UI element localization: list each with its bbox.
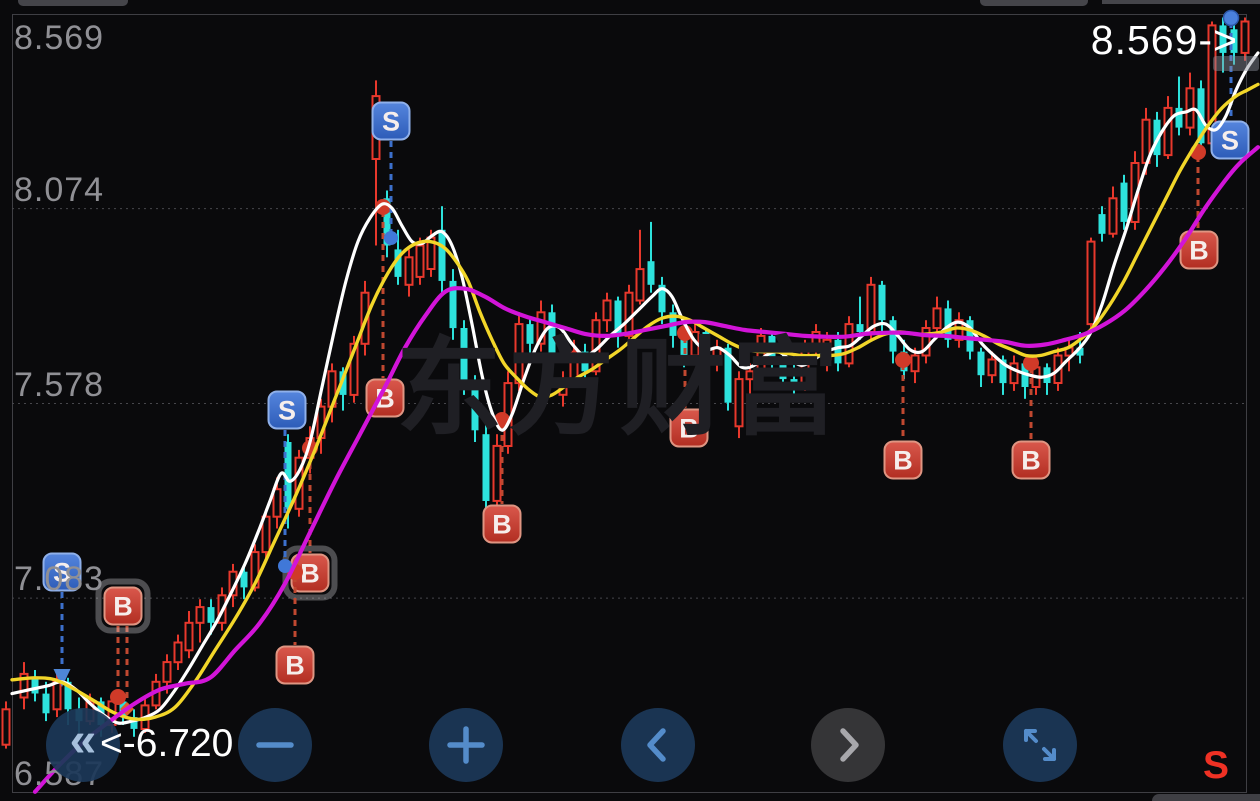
sell-badge-label: S — [382, 107, 400, 137]
buy-dot — [110, 689, 126, 705]
candle-body-down — [1219, 25, 1227, 53]
MA-slow-magenta — [32, 145, 1260, 794]
candle-body-up — [184, 621, 194, 652]
candle-body-up — [1108, 197, 1118, 235]
candle-body-up — [1086, 240, 1096, 326]
buy-badge-label: B — [1021, 446, 1041, 476]
candle-body-up — [415, 244, 425, 278]
plus-icon — [447, 726, 485, 764]
bottom-right-chip — [1152, 794, 1260, 801]
candle-body-up — [910, 354, 920, 373]
candle-body-up — [987, 358, 997, 377]
signal-pin-dot — [1222, 9, 1240, 27]
candle-body-down — [42, 693, 50, 714]
right-edge-chip — [1213, 56, 1259, 71]
candle-body-up — [932, 307, 942, 330]
candle-body-up — [602, 299, 612, 322]
candle-body-up — [1163, 106, 1173, 157]
candle-body-up — [635, 268, 645, 302]
zoom-in-button[interactable] — [429, 708, 503, 782]
top-right-chip — [1102, 0, 1260, 4]
expand-arrows-icon — [1024, 729, 1056, 761]
top-middle-chip — [980, 0, 1088, 6]
candle-body-down — [878, 284, 886, 321]
candle-body-down — [207, 607, 215, 623]
candle-body-up — [1009, 362, 1019, 385]
buy-badge-label: B — [300, 559, 320, 589]
candle-body-down — [1175, 107, 1183, 128]
candle-body-down — [438, 229, 446, 281]
double-chevron-left-icon: « — [69, 714, 97, 767]
zoom-out-button[interactable] — [238, 708, 312, 782]
buy-dot — [895, 352, 911, 368]
candle-body-up — [162, 661, 172, 683]
top-left-chip — [18, 0, 128, 6]
sell-dot — [384, 231, 398, 245]
candle-body-up — [173, 641, 183, 664]
candle-body-down — [31, 677, 39, 694]
sell-badge-label: S — [1221, 126, 1239, 156]
buy-badge-label: B — [893, 446, 913, 476]
buy-badge-label: B — [113, 592, 133, 622]
chevron-left-icon — [647, 728, 666, 762]
pan-left-button[interactable] — [621, 708, 695, 782]
candle-body-up — [52, 680, 62, 711]
candle-body-down — [889, 320, 897, 352]
sell-badge-label: S — [53, 558, 71, 588]
buy-badge-label: B — [1189, 236, 1209, 266]
sell-badge-label: S — [278, 396, 296, 426]
candle-body-up — [195, 606, 205, 624]
kline-chart-screen: 东方财富 BBBBBBBBBSSSS 8.5698.0747.5787.0836… — [0, 0, 1260, 801]
candle-body-down — [1098, 214, 1106, 234]
candle-body-down — [647, 261, 655, 285]
candle-body-up — [1240, 20, 1250, 54]
candle-body-up — [404, 256, 414, 286]
fullscreen-button[interactable] — [1003, 708, 1077, 782]
pan-right-button[interactable] — [811, 708, 885, 782]
buy-badge-label: B — [285, 651, 305, 681]
candle-body-down — [1120, 182, 1128, 222]
candle-body-down — [856, 324, 864, 332]
minus-icon — [256, 742, 294, 748]
jump-first-button[interactable]: « — [46, 708, 120, 782]
buy-badge-label: B — [492, 510, 512, 540]
candle-body-up — [492, 444, 502, 502]
candle-body-up — [1, 708, 11, 746]
watermark: 东方财富 — [396, 330, 844, 448]
candle-body-up — [272, 488, 282, 518]
candle-body-down — [977, 351, 985, 376]
chevron-right-icon — [840, 728, 859, 762]
